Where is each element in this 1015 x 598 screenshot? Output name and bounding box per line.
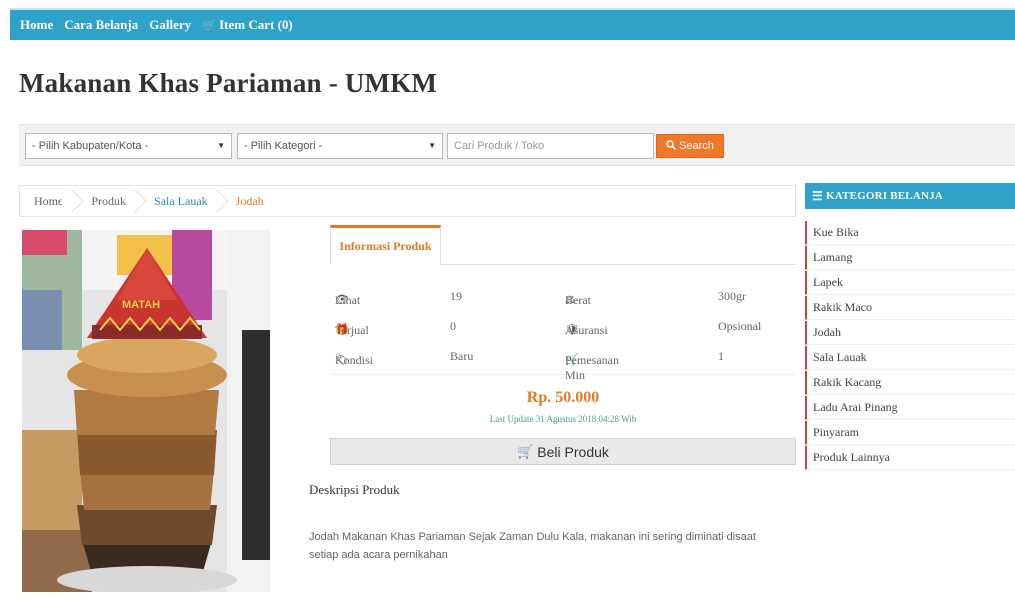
terjual-label: Terjual xyxy=(335,323,369,337)
breadcrumb-home[interactable]: Home xyxy=(20,186,84,216)
pemesanan-min-value: 1 xyxy=(718,349,724,363)
berat-value: 300gr xyxy=(718,289,746,303)
last-update: Last Update 31 Agustus 2018 04:28 Wib xyxy=(489,414,637,424)
breadcrumb-sala-lauak-label: Sala Lauak xyxy=(154,193,208,208)
berat-label: Berat xyxy=(565,293,591,307)
search-button-label: Search xyxy=(679,140,714,152)
breadcrumb-home-label: Home xyxy=(34,193,64,208)
filter-bar: - Pilih Kabupaten/Kota - ▼ - Pilih Kateg… xyxy=(19,124,1015,166)
sidebar-item-ladu-arai-pinang[interactable]: Ladu Arai Pinang xyxy=(805,396,1015,420)
lihat-label: Lihat xyxy=(335,293,361,307)
info-row-kondisi: 🏷 Kondisi Baru 🛒 Pemesanan Min 1 xyxy=(330,345,796,382)
sidebar-item-rakik-maco[interactable]: Rakik Maco xyxy=(805,296,1015,320)
top-navbar: Home Cara Belanja Gallery 🛒 Item Cart (0) xyxy=(10,8,1015,40)
image-sign-text: MATAH xyxy=(122,299,160,311)
kabupaten-select[interactable]: - Pilih Kabupaten/Kota - ▼ xyxy=(25,133,232,159)
pemesanan-min-label: Pemesanan Min xyxy=(565,353,619,382)
page-title: Makanan Khas Pariaman - UMKM xyxy=(19,68,438,98)
nav-cart[interactable]: 🛒 Item Cart (0) xyxy=(202,17,293,33)
product-image[interactable]: MATAH xyxy=(22,230,270,592)
sidebar-item-rakik-kacang[interactable]: Rakik Kacang xyxy=(805,371,1015,395)
tab-informasi-produk[interactable]: Informasi Produk xyxy=(330,225,441,265)
terjual-value: 0 xyxy=(450,319,456,333)
kabupaten-select-value: - Pilih Kabupaten/Kota - xyxy=(32,140,149,152)
product-price: Rp. 50.000 xyxy=(526,389,600,406)
breadcrumb-produk-label: Produk xyxy=(91,193,126,208)
sidebar-header: ☰ KATEGORI BELANJA xyxy=(805,183,1015,209)
breadcrumb-produk[interactable]: Produk xyxy=(77,186,147,216)
tab-divider xyxy=(441,264,796,265)
kondisi-label: Kondisi xyxy=(335,353,374,367)
sidebar-item-produk-lainnya[interactable]: Produk Lainnya xyxy=(805,446,1015,470)
sidebar-item-jodah[interactable]: Jodah xyxy=(805,321,1015,345)
sidebar-item-pinyaram[interactable]: Pinyaram xyxy=(805,421,1015,445)
nav-cara-belanja[interactable]: Cara Belanja xyxy=(64,17,138,33)
search-input[interactable]: Cari Produk / Toko xyxy=(447,133,654,159)
search-icon xyxy=(666,139,676,153)
description-text: Jodah Makanan Khas Pariaman Sejak Zaman … xyxy=(309,531,756,561)
info-row-lihat: 👁 Lihat 19 ⚖ Berat 300gr xyxy=(330,285,796,311)
sidebar-item-lapek[interactable]: Lapek xyxy=(805,271,1015,295)
buy-product-label: Beli Produk xyxy=(537,443,609,460)
asuransi-label: Asuransi xyxy=(565,323,608,337)
sidebar-item-sala-lauak[interactable]: Sala Lauak xyxy=(805,346,1015,370)
sidebar-item-kue-bika[interactable]: Kue Bika xyxy=(805,221,1015,245)
search-button[interactable]: Search xyxy=(656,134,724,158)
product-photo: MATAH xyxy=(22,230,270,592)
kategori-select[interactable]: - Pilih Kategori - ▼ xyxy=(237,133,443,159)
description-title: Deskripsi Produk xyxy=(309,482,400,497)
sidebar-item-lamang[interactable]: Lamang xyxy=(805,246,1015,270)
kategori-select-value: - Pilih Kategori - xyxy=(244,140,323,152)
search-input-placeholder: Cari Produk / Toko xyxy=(454,140,545,152)
nav-gallery[interactable]: Gallery xyxy=(149,17,191,33)
menu-icon: ☰ xyxy=(812,188,823,203)
chevron-down-icon: ▼ xyxy=(217,141,225,150)
breadcrumb-jodah-label: Jodah xyxy=(235,193,264,208)
kondisi-value: Baru xyxy=(450,349,474,363)
breadcrumb: Home Produk Sala Lauak Jodah xyxy=(19,185,796,217)
breadcrumb-jodah: Jodah xyxy=(222,186,278,216)
nav-home[interactable]: Home xyxy=(20,17,53,33)
buy-product-button[interactable]: 🛒 Beli Produk xyxy=(330,438,796,465)
breadcrumb-sala-lauak[interactable]: Sala Lauak xyxy=(140,186,229,216)
sidebar-title: KATEGORI BELANJA xyxy=(825,190,943,202)
asuransi-value: Opsional xyxy=(718,319,762,333)
nav-cart-label: Item Cart (0) xyxy=(219,17,293,32)
lihat-value: 19 xyxy=(450,289,462,303)
cart-icon: 🛒 xyxy=(202,18,218,32)
chevron-down-icon: ▼ xyxy=(428,141,436,150)
category-list: Kue Bika Lamang Lapek Rakik Maco Jodah S… xyxy=(805,221,1015,471)
cart-icon: 🛒 xyxy=(517,443,534,459)
info-row-terjual: 🎁 Terjual 0 🛡 Asuransi Opsional xyxy=(330,315,796,341)
product-info-panel: 👁 Lihat 19 ⚖ Berat 300gr 🎁 Terjual 0 🛡 Asura… xyxy=(330,275,796,382)
